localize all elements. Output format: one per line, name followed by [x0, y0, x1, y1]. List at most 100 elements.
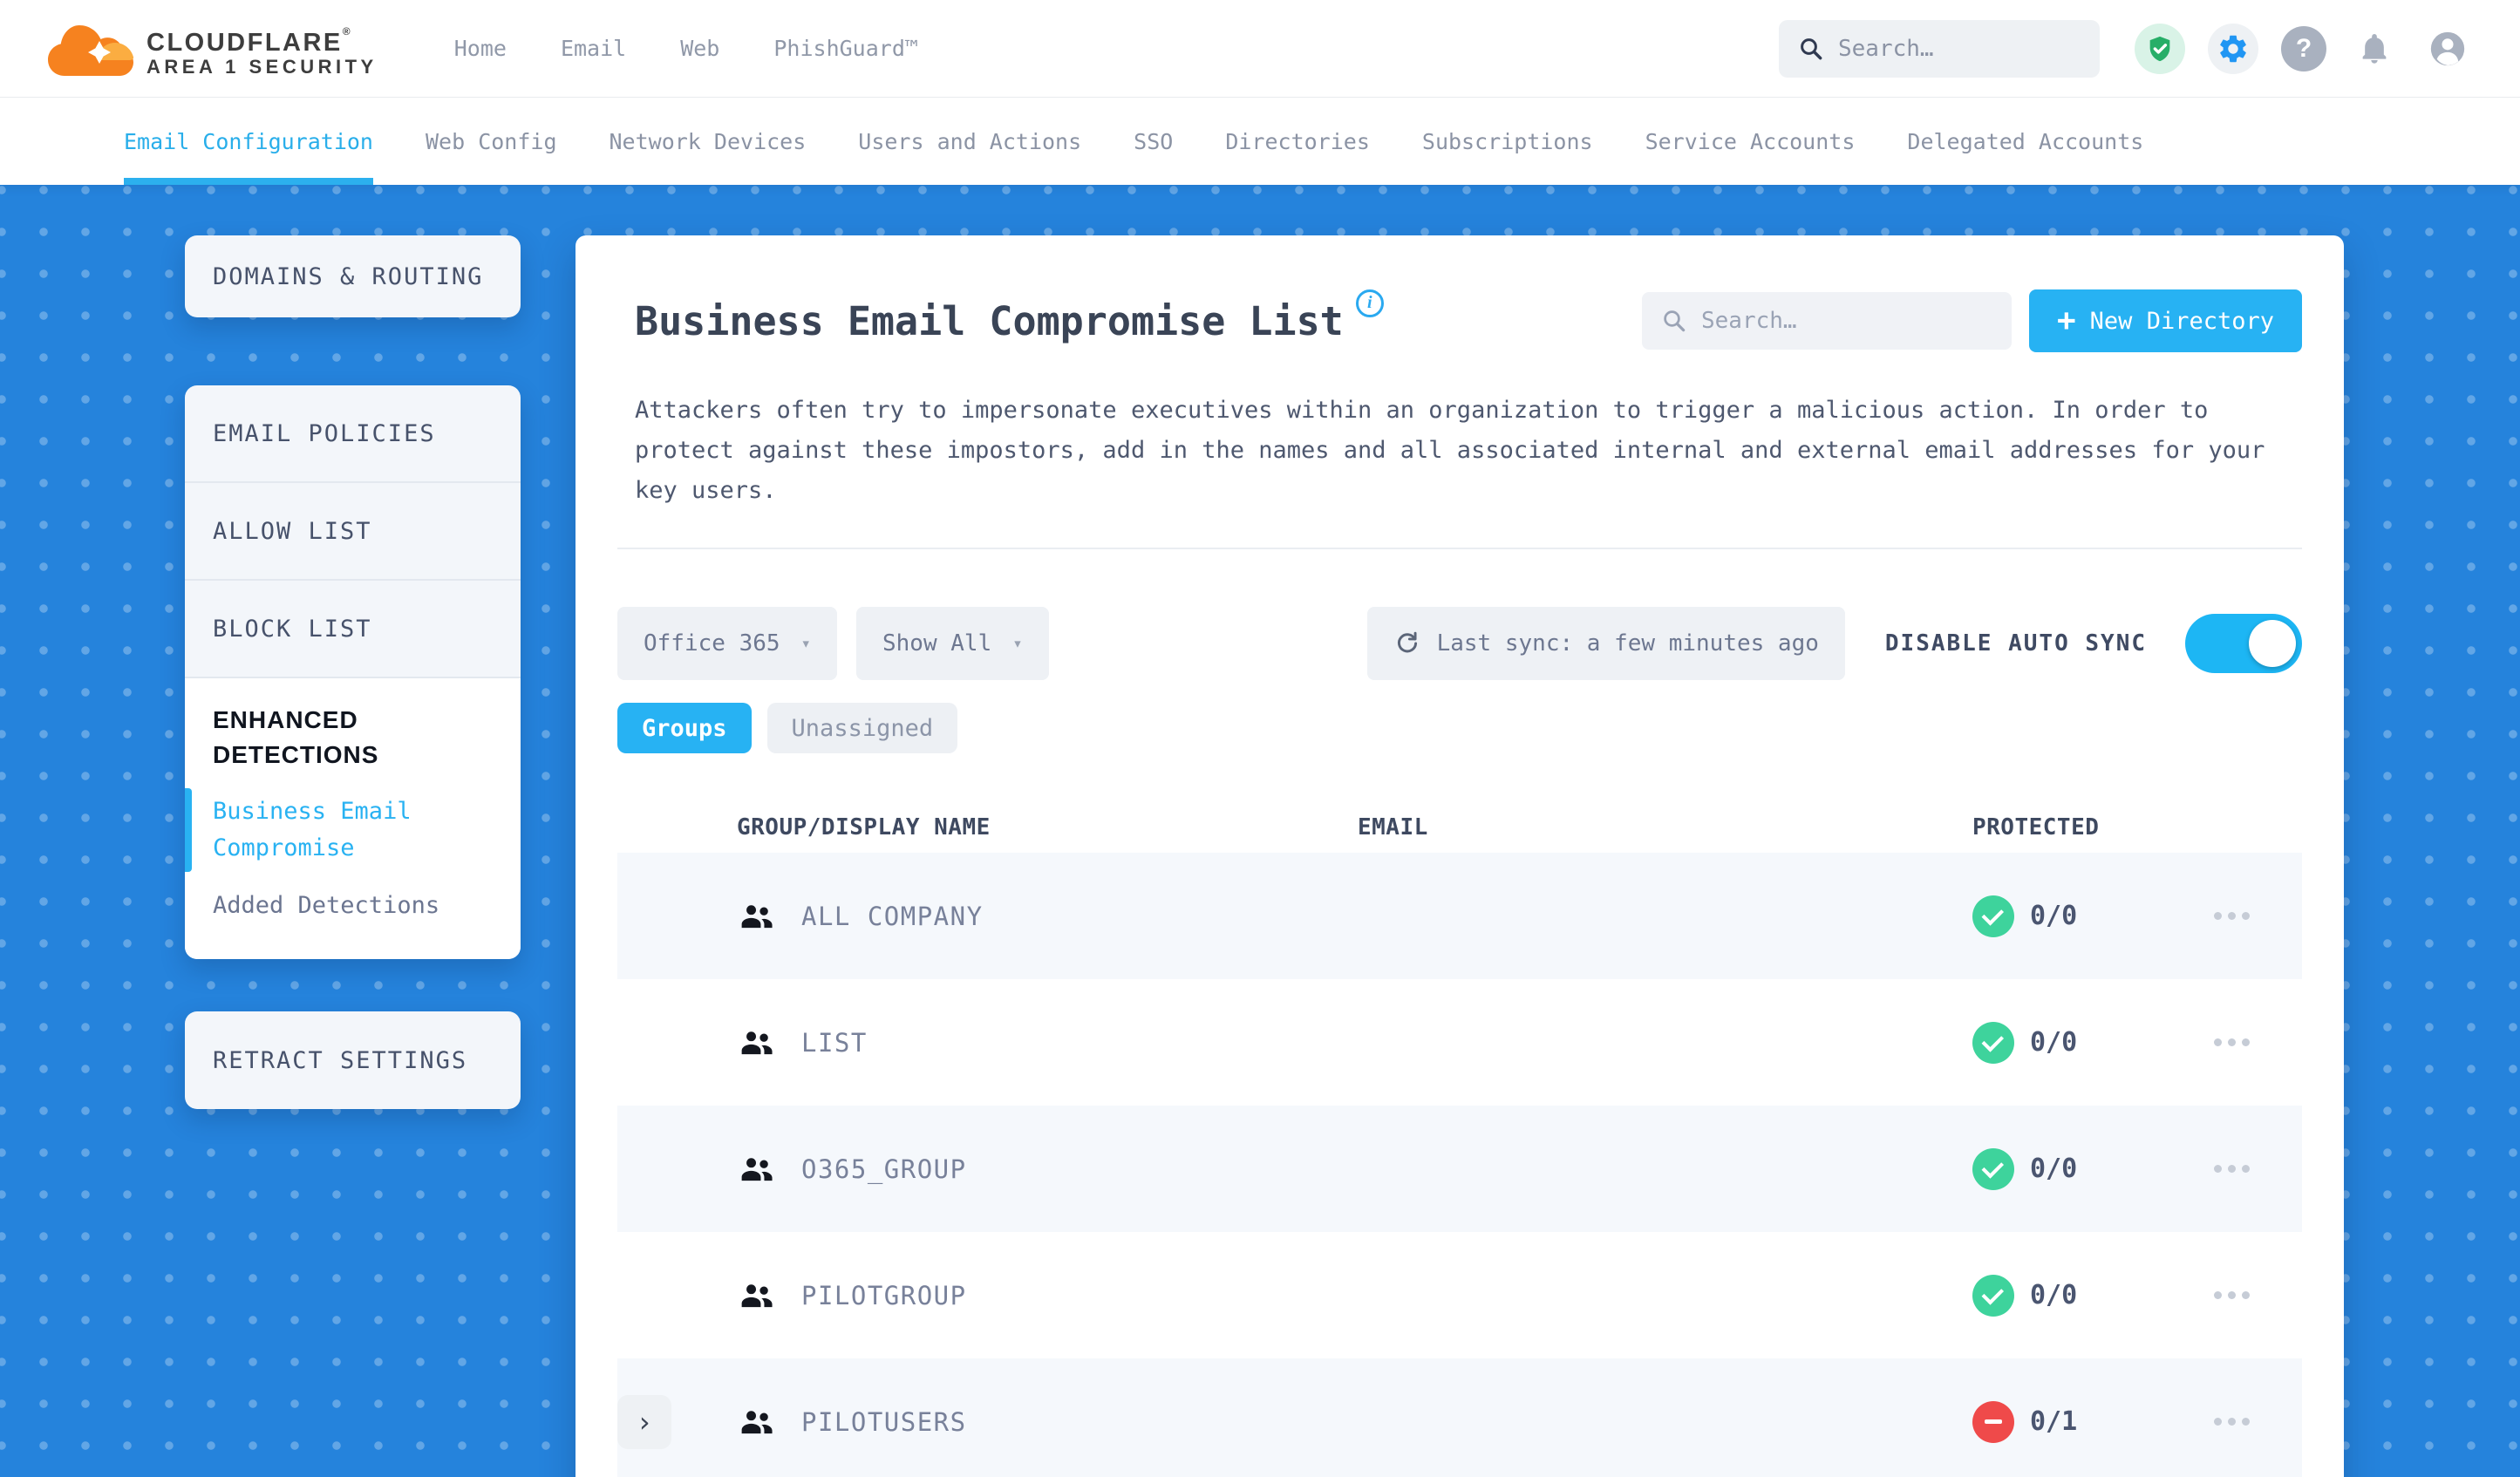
config-tabs: Email Configuration Web Config Network Dev… — [124, 98, 2520, 185]
row-actions-menu[interactable] — [2214, 1165, 2250, 1173]
new-directory-button[interactable]: + New Directory — [2028, 289, 2302, 352]
list-search[interactable] — [1641, 292, 2012, 350]
protected-count: 0/0 — [2030, 901, 2078, 931]
nav-phishguard[interactable]: PhishGuard™ — [773, 36, 918, 61]
sidebar-item-email-policies[interactable]: EMAIL POLICIES — [185, 385, 521, 483]
search-icon — [1798, 36, 1824, 62]
group-people-icon — [737, 1025, 775, 1060]
sidebar-item-domains-routing[interactable]: DOMAINS & ROUTING — [185, 235, 521, 317]
card-header: Business Email Compromise List i + New D… — [617, 235, 2302, 352]
search-icon — [1661, 308, 1687, 334]
sidebar-item-added-detections[interactable]: Added Detections — [213, 888, 493, 924]
group-name: O365_GROUP — [801, 1154, 967, 1184]
view-tabs: Groups Unassigned — [617, 703, 2302, 753]
plus-icon: + — [2056, 303, 2076, 338]
group-name: ALL COMPANY — [801, 901, 984, 931]
topbar: CLOUDFLARE® AREA 1 SECURITY Home Email Web… — [0, 0, 2520, 98]
sidebar-item-business-email-compromise[interactable]: Business Email Compromise — [185, 788, 493, 872]
row-actions-menu[interactable] — [2214, 1038, 2250, 1046]
table-row: › O365_GROUP 0/0 — [617, 1106, 2302, 1232]
column-header-email: EMAIL — [1358, 814, 1428, 841]
table-body: › ALL COMPANY 0/0 › LIST 0/0 — [617, 853, 2302, 1477]
header-actions: + New Directory — [1641, 289, 2302, 352]
topbar-right: ? — [1779, 19, 2473, 78]
tab-email-configuration[interactable]: Email Configuration — [124, 98, 373, 185]
user-avatar-icon[interactable] — [2422, 24, 2473, 74]
directory-type-dropdown[interactable]: Office 365 ▾ — [617, 607, 837, 680]
brand-subname: AREA 1 SECURITY — [146, 56, 378, 78]
group-name: PILOTGROUP — [801, 1280, 967, 1310]
show-filter-dropdown[interactable]: Show All ▾ — [856, 607, 1049, 680]
tab-users-and-actions[interactable]: Users and Actions — [858, 98, 1081, 185]
group-people-icon — [737, 899, 775, 934]
security-shield-icon[interactable] — [2135, 23, 2185, 74]
table-header: GROUP/DISPLAY NAME EMAIL PROTECTED — [617, 802, 2302, 853]
row-actions-menu[interactable] — [2214, 1291, 2250, 1299]
tab-sso[interactable]: SSO — [1134, 98, 1173, 185]
tab-service-accounts[interactable]: Service Accounts — [1645, 98, 1856, 185]
nav-home[interactable]: Home — [454, 36, 507, 61]
tab-web-config[interactable]: Web Config — [426, 98, 557, 185]
row-actions-menu[interactable] — [2214, 912, 2250, 920]
workspace: DOMAINS & ROUTING EMAIL POLICIES ALLOW L… — [0, 185, 2520, 1477]
sidebar-item-retract-settings[interactable]: RETRACT SETTINGS — [185, 1011, 521, 1109]
notifications-bell-icon[interactable] — [2349, 24, 2400, 74]
protected-status-icon — [1972, 1274, 2014, 1317]
refresh-icon — [1393, 630, 1421, 657]
list-search-input[interactable] — [1700, 308, 1992, 334]
brand-registered-mark: ® — [342, 25, 351, 37]
topbar-icons: ? — [2135, 23, 2473, 74]
help-icon[interactable]: ? — [2281, 25, 2326, 71]
row-actions-menu[interactable] — [2214, 1418, 2250, 1426]
sidebar-item-allow-list[interactable]: ALLOW LIST — [185, 483, 521, 581]
global-search-input[interactable] — [1838, 35, 2081, 62]
tab-directories[interactable]: Directories — [1225, 98, 1370, 185]
protected-count: 0/0 — [2030, 1280, 2078, 1310]
last-sync-status[interactable]: Last sync: a few minutes ago — [1366, 607, 1845, 680]
tab-groups[interactable]: Groups — [617, 703, 752, 753]
group-name: PILOTUSERS — [801, 1406, 967, 1437]
auto-sync-label: DISABLE AUTO SYNC — [1884, 630, 2147, 657]
global-search[interactable] — [1779, 19, 2100, 78]
chevron-down-icon: ▾ — [1012, 634, 1023, 653]
expand-row-button[interactable]: › — [617, 1394, 671, 1449]
table-row: › PILOTUSERS 0/1 — [617, 1358, 2302, 1477]
sidebar-item-block-list[interactable]: BLOCK LIST — [185, 581, 521, 678]
chevron-down-icon: ▾ — [800, 634, 811, 653]
cloudflare-logo[interactable]: CLOUDFLARE® AREA 1 SECURITY — [47, 18, 378, 78]
table-row: › ALL COMPANY 0/0 — [617, 853, 2302, 979]
nav-web[interactable]: Web — [680, 36, 719, 61]
app-root: CLOUDFLARE® AREA 1 SECURITY Home Email Web… — [0, 0, 2520, 1477]
group-people-icon — [737, 1278, 775, 1313]
group-name: LIST — [801, 1027, 868, 1058]
nav-email[interactable]: Email — [561, 36, 626, 61]
protected-status-icon — [1972, 1400, 2014, 1443]
protected-count: 0/1 — [2030, 1406, 2078, 1437]
tab-delegated-accounts[interactable]: Delegated Accounts — [1907, 98, 2143, 185]
column-header-group-display-name: GROUP/DISPLAY NAME — [737, 814, 991, 841]
new-directory-label: New Directory — [2089, 307, 2274, 335]
tab-network-devices[interactable]: Network Devices — [610, 98, 807, 185]
logo-text: CLOUDFLARE® AREA 1 SECURITY — [146, 18, 378, 78]
protected-status-icon — [1972, 1021, 2014, 1064]
chevron-right-icon: › — [636, 1405, 653, 1439]
settings-gear-icon[interactable] — [2208, 23, 2258, 74]
help-glyph: ? — [2295, 33, 2312, 63]
protected-count: 0/0 — [2030, 1027, 2078, 1058]
protected-status-icon — [1972, 1147, 2014, 1190]
column-header-protected: PROTECTED — [1972, 814, 2100, 841]
tab-subscriptions[interactable]: Subscriptions — [1422, 98, 1593, 185]
page-description: Attackers often try to impersonate execu… — [635, 397, 2265, 504]
sync-controls: Office 365 ▾ Show All ▾ Last sync: a few… — [617, 607, 2302, 680]
auto-sync-toggle[interactable] — [2185, 614, 2302, 673]
table-row: › PILOTGROUP 0/0 — [617, 1232, 2302, 1358]
info-icon[interactable]: i — [1355, 289, 1384, 317]
top-nav: Home Email Web PhishGuard™ — [454, 36, 918, 61]
sidebar-item-label: DOMAINS & ROUTING — [213, 262, 484, 290]
group-people-icon — [737, 1405, 775, 1440]
sidebar-item-enhanced-detections[interactable]: ENHANCED DETECTIONS — [213, 703, 493, 773]
tab-unassigned[interactable]: Unassigned — [766, 703, 958, 753]
show-filter-value: Show All — [882, 630, 992, 657]
sidebar-item-label: RETRACT SETTINGS — [213, 1046, 468, 1074]
sidebar: DOMAINS & ROUTING EMAIL POLICIES ALLOW L… — [185, 235, 521, 1109]
